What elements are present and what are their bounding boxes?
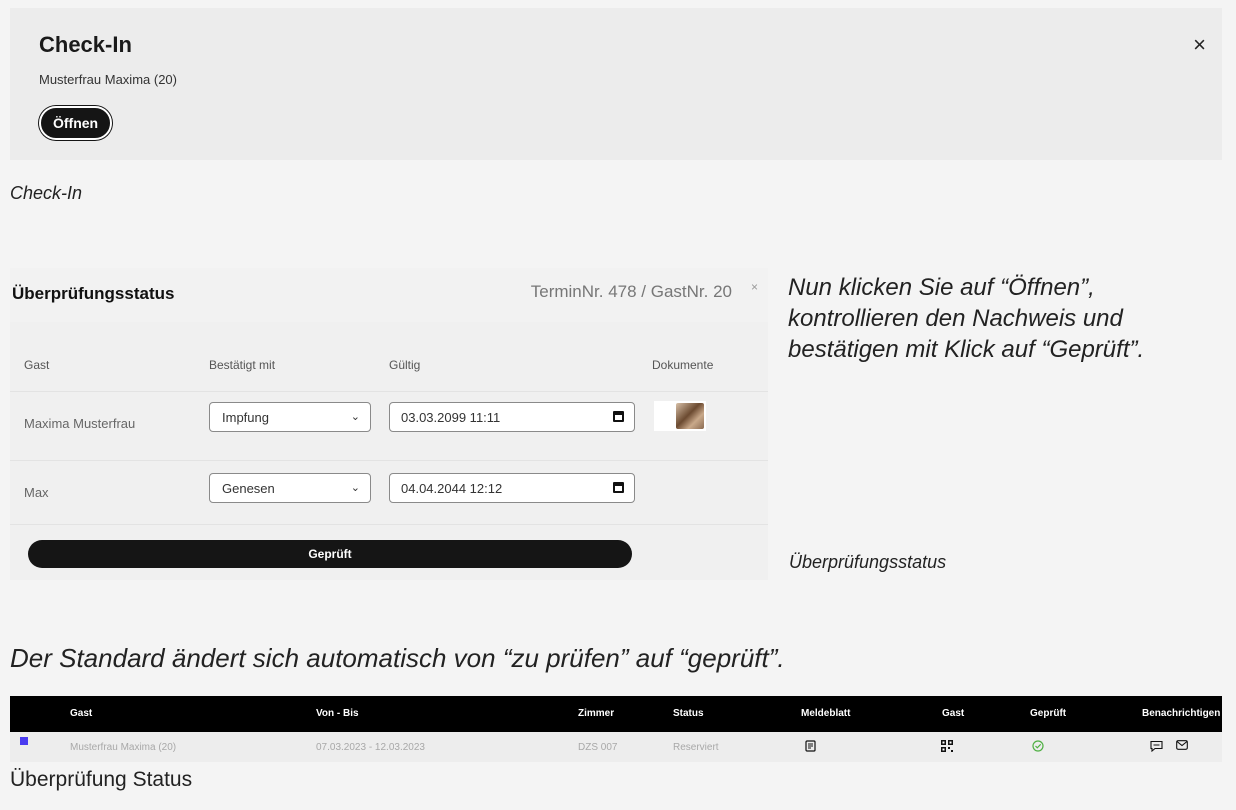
valid-until-field[interactable]: 03.03.2099 11:11 bbox=[389, 402, 635, 432]
row-status: Reserviert bbox=[673, 742, 719, 753]
select-value: Impfung bbox=[222, 410, 269, 425]
row-divider bbox=[10, 391, 768, 392]
row-room: DZS 007 bbox=[578, 742, 618, 753]
header-dates: Von - Bis bbox=[316, 708, 359, 719]
instruction-text: Nun klicken Sie auf “Öffnen”, kontrollie… bbox=[788, 274, 1145, 363]
document-thumbnail[interactable] bbox=[654, 401, 706, 431]
table-row[interactable]: Musterfrau Maxima (20) 07.03.2023 - 12.0… bbox=[10, 732, 1222, 762]
verification-title: Überprüfungsstatus bbox=[12, 284, 175, 303]
chat-icon[interactable] bbox=[1150, 740, 1163, 755]
appointment-guest-number: TerminNr. 478 / GastNr. 20 bbox=[530, 282, 732, 301]
mail-icon[interactable] bbox=[1176, 740, 1188, 753]
header-guest-qr: Gast bbox=[942, 708, 965, 719]
row-guest[interactable]: Musterfrau Maxima (20) bbox=[70, 742, 176, 753]
verified-check-icon bbox=[1032, 740, 1044, 755]
calendar-icon[interactable] bbox=[613, 482, 624, 493]
verification-panel: Überprüfungsstatus TerminNr. 478 / GastN… bbox=[10, 268, 768, 580]
qr-code-icon[interactable] bbox=[941, 740, 953, 755]
row-divider bbox=[10, 460, 768, 461]
column-guest: Gast bbox=[24, 358, 50, 372]
calendar-icon[interactable] bbox=[613, 411, 624, 422]
bookings-table: Gast Von - Bis Zimmer Status Meldeblatt … bbox=[10, 696, 1222, 762]
column-confirmed-with: Bestätigt mit bbox=[209, 358, 276, 372]
checkin-guest-name: Musterfrau Maxima (20) bbox=[39, 72, 177, 87]
guest-name: Maxima Musterfrau bbox=[24, 416, 136, 431]
header-registration-form: Meldeblatt bbox=[801, 708, 851, 719]
checkin-title: Check-In bbox=[39, 32, 132, 57]
row-divider bbox=[10, 524, 768, 525]
document-image bbox=[676, 403, 704, 429]
verification-header: Überprüfungsstatus TerminNr. 478 / GastN… bbox=[10, 268, 768, 322]
header-status: Status bbox=[673, 708, 704, 719]
caption-verification: Überprüfungsstatus bbox=[789, 552, 947, 572]
header-verified: Geprüft bbox=[1030, 708, 1067, 719]
status-color-marker bbox=[20, 737, 28, 745]
verified-button[interactable]: Geprüft bbox=[28, 540, 632, 568]
date-value: 04.04.2044 12:12 bbox=[401, 481, 503, 496]
caption-checkin: Check-In bbox=[10, 183, 83, 203]
row-dates: 07.03.2023 - 12.03.2023 bbox=[316, 742, 425, 753]
header-room: Zimmer bbox=[578, 708, 615, 719]
table-header: Gast Von - Bis Zimmer Status Meldeblatt … bbox=[10, 696, 1222, 732]
select-value: Genesen bbox=[222, 481, 275, 496]
caption-table: Überprüfung Status bbox=[10, 768, 193, 791]
header-guest: Gast bbox=[70, 708, 93, 719]
close-icon[interactable]: × bbox=[751, 280, 758, 294]
header-notify: Benachrichtigen bbox=[1142, 708, 1221, 719]
guest-name: Max bbox=[24, 485, 49, 500]
column-valid: Gültig bbox=[389, 358, 421, 372]
confirmation-method-select[interactable]: Impfung ⌄ bbox=[209, 402, 371, 432]
caption-status-change: Der Standard ändert sich automatisch von… bbox=[10, 643, 785, 673]
close-icon[interactable]: × bbox=[1193, 34, 1206, 56]
valid-until-field[interactable]: 04.04.2044 12:12 bbox=[389, 473, 635, 503]
chevron-down-icon: ⌄ bbox=[350, 411, 360, 423]
open-button[interactable]: Öffnen bbox=[39, 106, 113, 140]
chevron-down-icon: ⌄ bbox=[350, 482, 360, 494]
document-icon[interactable] bbox=[805, 740, 816, 755]
date-value: 03.03.2099 11:11 bbox=[401, 410, 501, 425]
confirmation-method-select[interactable]: Genesen ⌄ bbox=[209, 473, 371, 503]
column-documents: Dokumente bbox=[652, 358, 714, 372]
checkin-panel: Check-In Musterfrau Maxima (20) Öffnen × bbox=[10, 8, 1222, 160]
